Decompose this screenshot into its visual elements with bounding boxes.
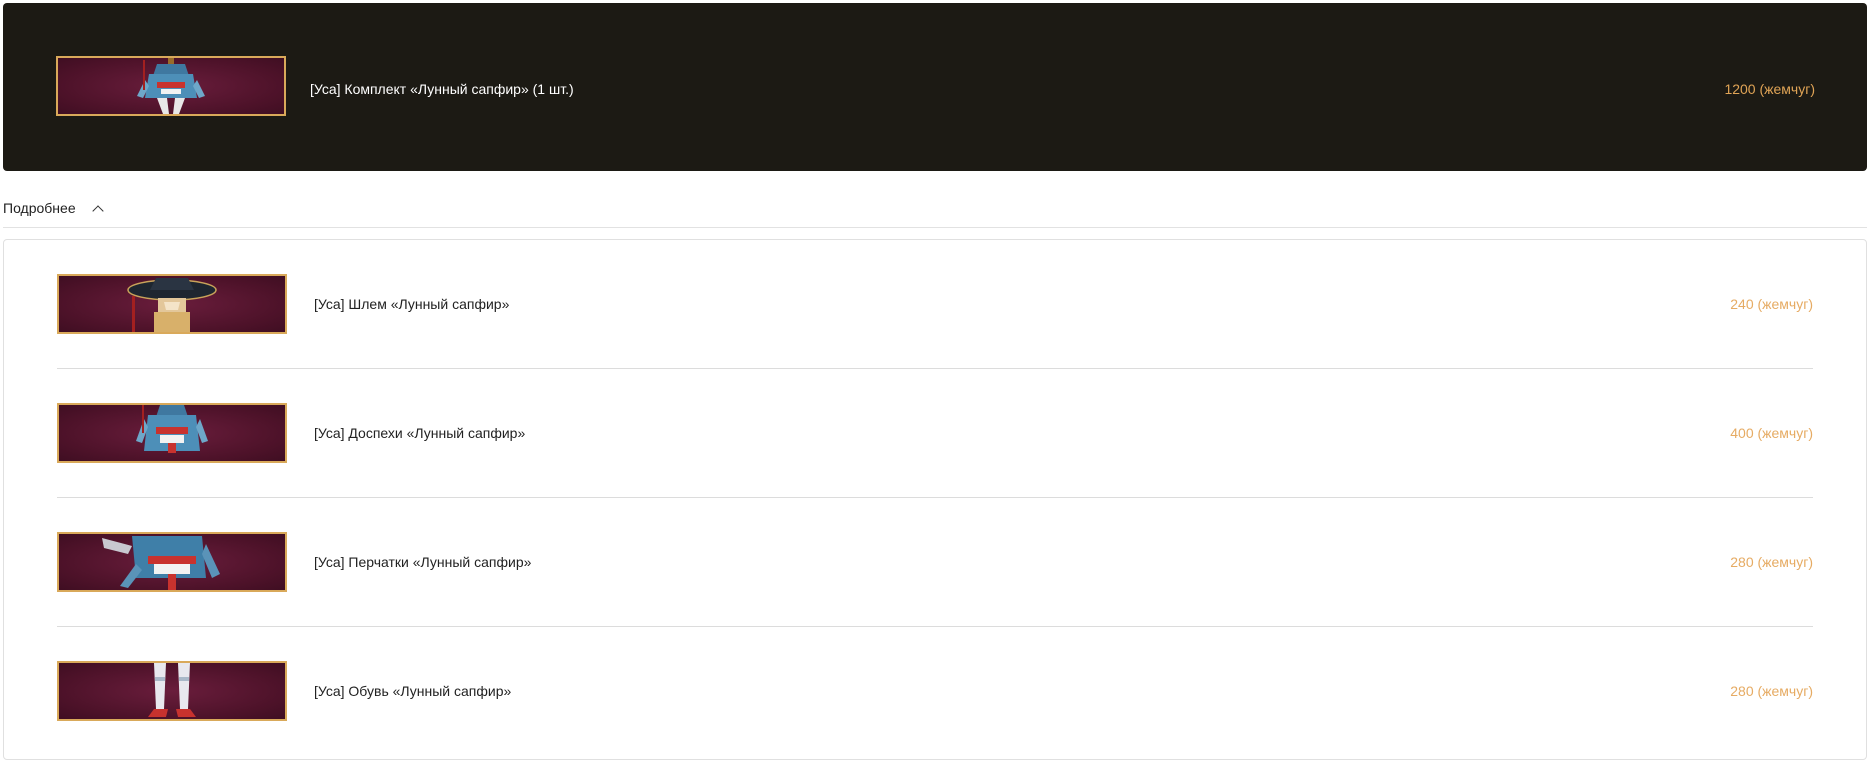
item-price: 280 (жемчуг) <box>1730 554 1813 570</box>
item-thumbnail <box>57 403 287 463</box>
bundle-card[interactable]: [Уса] Комплект «Лунный сапфир» (1 шт.) 1… <box>3 3 1867 171</box>
details-toggle-label: Подробнее <box>3 200 76 216</box>
list-item-helmet[interactable]: [Уса] Шлем «Лунный сапфир» 240 (жемчуг) <box>57 240 1813 369</box>
list-item-armor[interactable]: [Уса] Доспехи «Лунный сапфир» 400 (жемчу… <box>57 369 1813 498</box>
item-title: [Уса] Доспехи «Лунный сапфир» <box>314 425 526 441</box>
item-title: [Уса] Перчатки «Лунный сапфир» <box>314 554 532 570</box>
gloves-icon <box>102 536 220 590</box>
item-thumbnail <box>57 274 287 334</box>
details-panel: [Уса] Шлем «Лунный сапфир» 240 (жемчуг) … <box>3 239 1867 760</box>
item-title: [Уса] Шлем «Лунный сапфир» <box>314 296 510 312</box>
bundle-thumbnail <box>56 56 286 116</box>
item-price: 240 (жемчуг) <box>1730 296 1813 312</box>
helmet-icon <box>127 278 217 332</box>
item-title: [Уса] Обувь «Лунный сапфир» <box>314 683 512 699</box>
bundle-title: [Уса] Комплект «Лунный сапфир» (1 шт.) <box>310 81 574 97</box>
armor-icon <box>136 405 208 453</box>
item-thumbnail <box>57 532 287 592</box>
bundle-price: 1200 (жемчуг) <box>1724 81 1815 97</box>
item-price: 280 (жемчуг) <box>1730 683 1813 699</box>
item-price: 400 (жемчуг) <box>1730 425 1813 441</box>
list-item-gloves[interactable]: [Уса] Перчатки «Лунный сапфир» 280 (жемч… <box>57 498 1813 627</box>
list-item-boots[interactable]: [Уса] Обувь «Лунный сапфир» 280 (жемчуг) <box>57 627 1813 756</box>
details-toggle[interactable]: Подробнее <box>3 198 104 218</box>
chevron-up-icon <box>91 204 104 217</box>
boots-icon <box>148 663 196 717</box>
item-thumbnail <box>57 661 287 721</box>
costume-set-icon <box>137 58 205 114</box>
divider <box>3 227 1867 228</box>
